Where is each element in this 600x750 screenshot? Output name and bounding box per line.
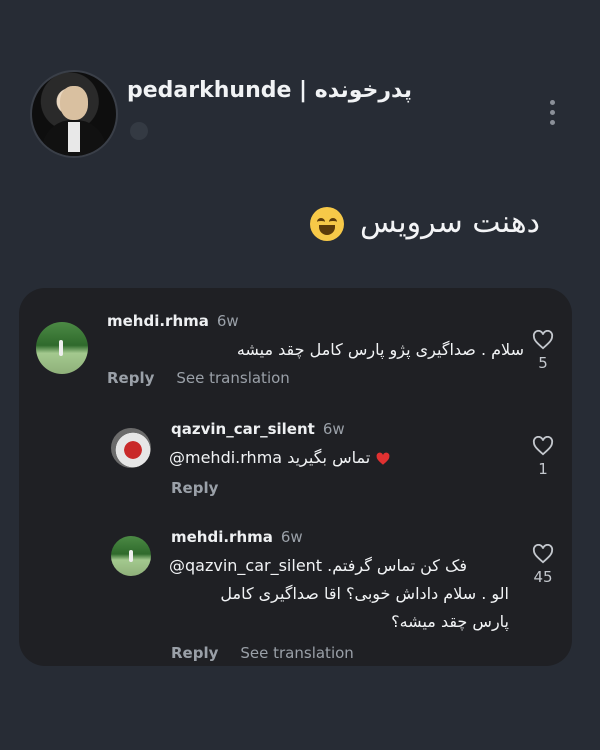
see-translation-link[interactable]: See translation <box>176 369 289 387</box>
mention-link[interactable]: @mehdi.rhma <box>169 448 282 467</box>
comment-username[interactable]: qazvin_car_silent <box>171 420 315 438</box>
comment-text: @mehdi.rhma تماس بگیرید <box>169 444 499 472</box>
reply-text: تماس بگیرید <box>287 448 371 467</box>
like-button[interactable]: 1 <box>528 436 558 478</box>
post-caption: دهنت سرویس <box>310 205 540 241</box>
post-header: pedarkhunde | پدرخونده <box>30 70 570 160</box>
comment-line-3: پارس چقد میشه؟ <box>391 612 509 631</box>
comment-text: سلام . صداگیری پژو پارس کامل چقد میشه <box>236 340 524 359</box>
like-count: 45 <box>533 568 553 586</box>
post-author-avatar[interactable] <box>30 70 118 158</box>
mention-link[interactable]: @qazvin_car_silent <box>169 556 322 575</box>
comment-time: 6w <box>280 528 303 546</box>
comment-username[interactable]: mehdi.rhma <box>107 312 209 330</box>
comment-line-2: الو . سلام داداش خوبی؟ اقا صداگیری کامل <box>220 584 509 603</box>
red-heart-icon <box>376 452 390 465</box>
comment-username[interactable]: mehdi.rhma <box>171 528 273 546</box>
comment-time: 6w <box>216 312 239 330</box>
avatar[interactable] <box>111 428 151 468</box>
like-button[interactable]: 45 <box>528 544 558 586</box>
more-options-icon[interactable] <box>550 100 556 130</box>
reply-button[interactable]: Reply <box>171 644 218 662</box>
heart-icon <box>532 436 554 456</box>
reply-button[interactable]: Reply <box>107 369 154 387</box>
status-indicator <box>130 122 148 140</box>
comments-panel: mehdi.rhma 6w سلام . صداگیری پژو پارس کام… <box>19 288 572 666</box>
avatar[interactable] <box>36 322 88 374</box>
laughing-emoji-icon <box>310 206 345 241</box>
avatar[interactable] <box>111 536 151 576</box>
comment-text: @qazvin_car_silent فک کن تماس گرفتم. الو… <box>169 552 509 636</box>
comment-time: 6w <box>322 420 345 438</box>
reply-button[interactable]: Reply <box>171 479 218 497</box>
like-button[interactable]: 5 <box>528 330 558 372</box>
see-translation-link[interactable]: See translation <box>240 644 353 662</box>
heart-icon <box>532 330 554 350</box>
like-count: 1 <box>538 460 548 478</box>
like-count: 5 <box>538 354 548 372</box>
post-username[interactable]: pedarkhunde | پدرخونده <box>127 78 412 103</box>
heart-icon <box>532 544 554 564</box>
caption-text: دهنت سرویس <box>360 205 540 240</box>
comment-line-1: فک کن تماس گرفتم. <box>327 556 467 575</box>
